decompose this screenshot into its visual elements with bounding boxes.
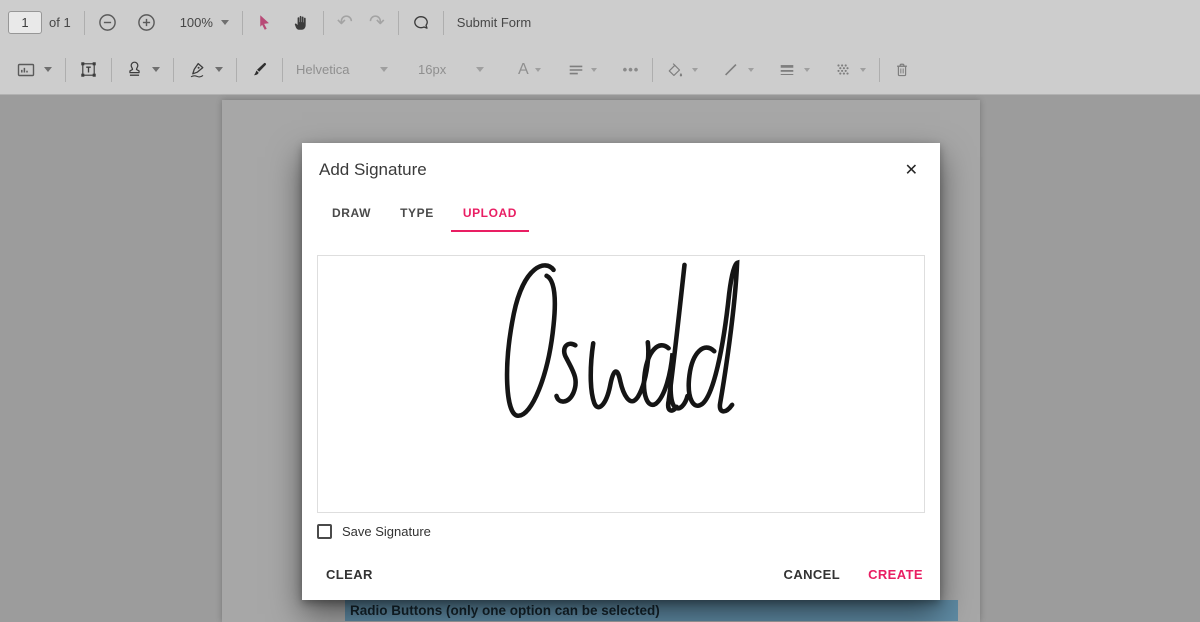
zoom-in-button[interactable] (137, 13, 156, 32)
chevron-down-icon (152, 67, 160, 72)
top-toolbar: of 1 100% ↶ ↷ Sub (0, 0, 1200, 45)
opacity-dots-icon (834, 61, 852, 79)
submit-form-label: Submit Form (457, 15, 531, 30)
image-icon (16, 60, 36, 80)
save-signature-checkbox[interactable] (317, 524, 332, 539)
stroke-color-dropdown[interactable] (722, 61, 754, 79)
zoom-in-icon (137, 13, 156, 32)
add-signature-modal: Add Signature ✕ DRAW TYPE UPLOAD Oswald (302, 143, 940, 600)
section-heading-text: Radio Buttons (only one option can be se… (345, 603, 660, 618)
divider (398, 11, 399, 35)
zoom-level-value: 100% (180, 15, 213, 30)
signature-tabs: DRAW TYPE UPLOAD (320, 200, 940, 232)
text-color-icon: A (518, 61, 529, 79)
undo-button[interactable]: ↶ (337, 13, 353, 32)
format-toolbar: Helvetica 16px A ••• (0, 45, 1200, 95)
tab-upload[interactable]: UPLOAD (451, 200, 529, 232)
modal-header: Add Signature ✕ (302, 143, 940, 180)
tab-draw[interactable]: DRAW (320, 200, 383, 232)
chevron-down-icon (535, 68, 541, 72)
zoom-out-button[interactable] (98, 13, 117, 32)
divider (236, 58, 237, 82)
chevron-down-icon (748, 68, 754, 72)
section-heading-highlight: Radio Buttons (only one option can be se… (345, 600, 958, 621)
divider (879, 58, 880, 82)
divider (282, 58, 283, 82)
chevron-down-icon (591, 68, 597, 72)
font-size-dropdown[interactable]: 16px (418, 62, 484, 77)
font-family-value: Helvetica (296, 62, 349, 77)
divider (173, 58, 174, 82)
footer-actions: CANCEL CREATE (784, 561, 923, 588)
divider (443, 11, 444, 35)
tab-type[interactable]: TYPE (388, 200, 446, 232)
brush-icon (250, 60, 269, 79)
line-thickness-icon (778, 61, 796, 79)
free-text-tool-button[interactable] (79, 60, 98, 79)
more-icon: ••• (623, 62, 640, 77)
create-button[interactable]: CREATE (868, 561, 923, 588)
select-tool-button[interactable] (256, 14, 273, 31)
stamp-tool-dropdown[interactable] (125, 60, 160, 79)
opacity-dropdown[interactable] (834, 61, 866, 79)
chevron-down-icon (860, 68, 866, 72)
divider (242, 11, 243, 35)
undo-icon: ↶ (337, 13, 353, 32)
brush-tool-button[interactable] (250, 60, 269, 79)
page-number-input[interactable] (8, 11, 42, 34)
redo-icon: ↷ (369, 13, 385, 32)
delete-button[interactable] (893, 61, 911, 79)
divider (652, 58, 653, 82)
clear-button[interactable]: CLEAR (326, 561, 373, 588)
align-left-icon (567, 61, 585, 79)
chevron-down-icon (804, 68, 810, 72)
comment-bubble-icon (412, 14, 430, 32)
divider (84, 11, 85, 35)
font-size-value: 16px (418, 62, 446, 77)
zoom-level-dropdown[interactable]: 100% (180, 15, 229, 30)
chevron-down-icon (215, 67, 223, 72)
stamp-icon (125, 60, 144, 79)
zoom-out-icon (98, 13, 117, 32)
divider (111, 58, 112, 82)
close-button[interactable]: ✕ (903, 160, 920, 180)
fill-color-dropdown[interactable] (666, 61, 698, 79)
chevron-down-icon (44, 67, 52, 72)
line-thickness-dropdown[interactable] (778, 61, 810, 79)
signature-tool-dropdown[interactable] (187, 60, 223, 80)
text-color-dropdown[interactable]: A (518, 61, 541, 79)
chevron-down-icon (692, 68, 698, 72)
stroke-line-icon (722, 61, 740, 79)
divider (323, 11, 324, 35)
modal-title: Add Signature (319, 160, 427, 180)
signature-preview-canvas[interactable]: Oswald (317, 255, 925, 513)
signature-pen-icon (187, 60, 207, 80)
comment-tool-button[interactable] (412, 14, 430, 32)
chevron-down-icon (380, 67, 388, 72)
chevron-down-icon (476, 67, 484, 72)
cursor-arrow-icon (256, 14, 273, 31)
trash-icon (893, 61, 911, 79)
pan-tool-button[interactable] (293, 14, 310, 31)
text-align-dropdown[interactable] (567, 61, 597, 79)
divider (65, 58, 66, 82)
chevron-down-icon (221, 20, 229, 25)
hand-pan-icon (293, 14, 310, 31)
text-box-icon (79, 60, 98, 79)
page-count-label: of 1 (49, 15, 71, 30)
modal-footer: CLEAR CANCEL CREATE (302, 561, 940, 588)
signature-image (318, 256, 924, 512)
more-options-button[interactable]: ••• (623, 62, 640, 77)
redo-button[interactable]: ↷ (369, 13, 385, 32)
save-signature-row: Save Signature (317, 524, 940, 539)
save-signature-label: Save Signature (342, 524, 431, 539)
cancel-button[interactable]: CANCEL (784, 561, 841, 588)
paint-bucket-icon (666, 61, 684, 79)
submit-form-button[interactable]: Submit Form (457, 15, 531, 30)
font-family-dropdown[interactable]: Helvetica (296, 62, 388, 77)
close-icon: ✕ (905, 160, 918, 179)
image-tool-dropdown[interactable] (16, 60, 52, 80)
